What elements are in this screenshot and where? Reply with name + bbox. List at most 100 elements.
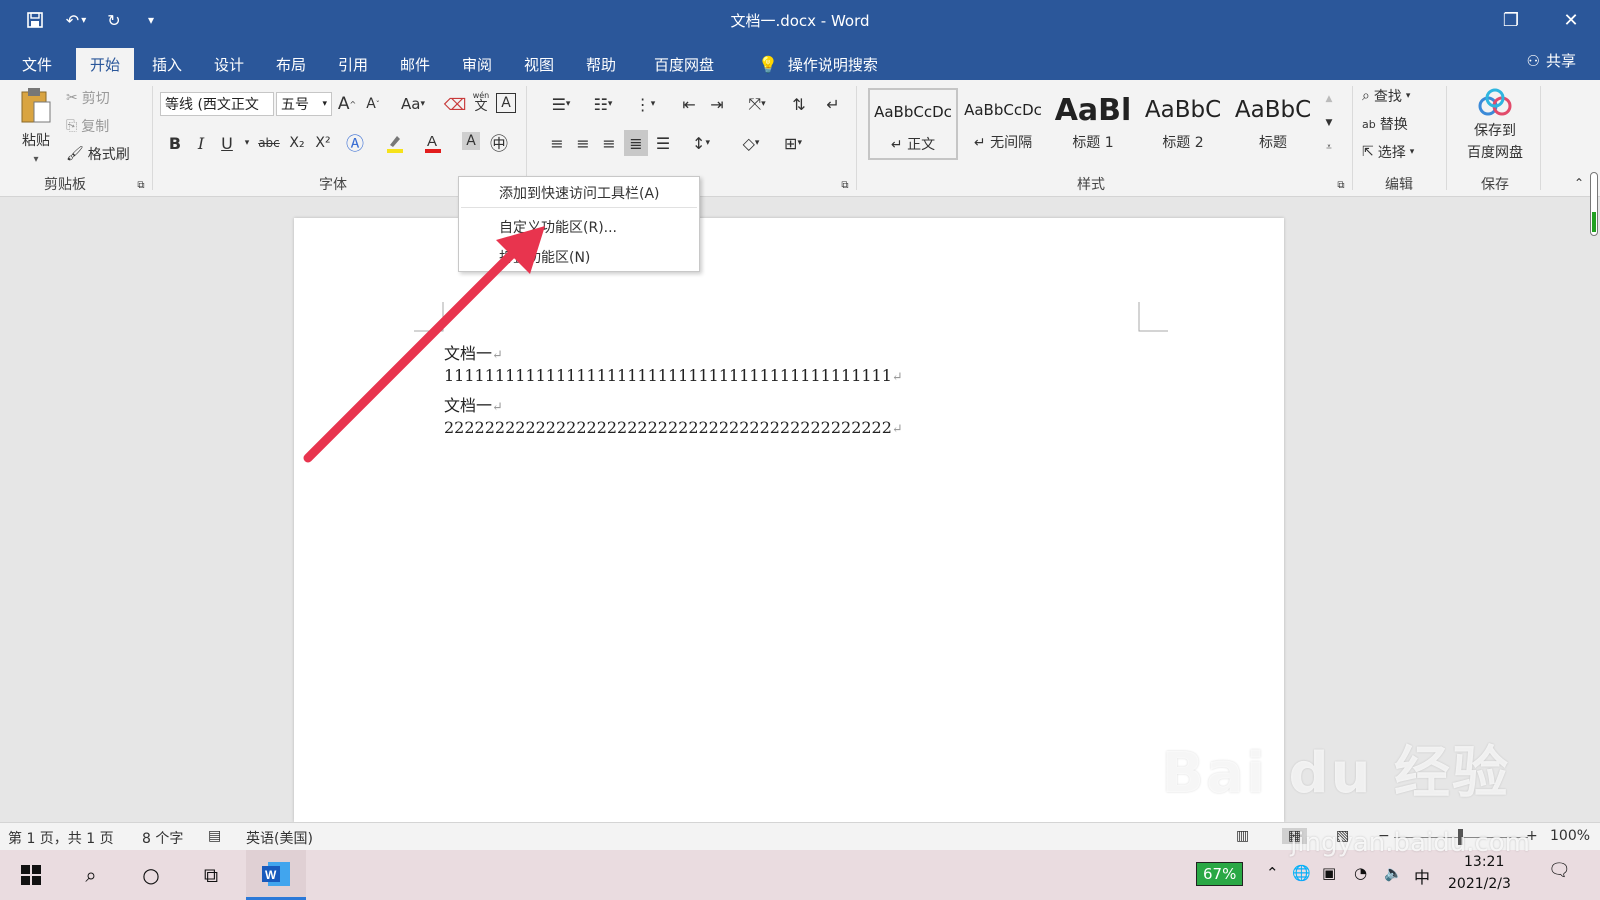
format-painter-button[interactable]: 🖌 格式刷 bbox=[66, 144, 130, 164]
character-shading-icon[interactable]: A bbox=[462, 132, 480, 150]
paste-button[interactable]: 粘贴 ▾ bbox=[14, 86, 58, 165]
style-no-spacing[interactable]: AaBbCcDc ↵ 无间隔 bbox=[958, 88, 1048, 160]
tab-mailings[interactable]: 邮件 bbox=[386, 48, 444, 80]
bullets-icon[interactable]: ☰ ▾ bbox=[544, 93, 578, 115]
notification-icon[interactable]: 🗨 bbox=[1548, 860, 1571, 881]
font-name-combo[interactable]: 等线 (西文正文 bbox=[160, 92, 274, 116]
doc-paragraph[interactable]: 2222222222222222222222222222222222222222… bbox=[444, 418, 903, 437]
find-button[interactable]: ⌕ 查找 ▾ bbox=[1362, 86, 1410, 106]
word-count[interactable]: 8 个字 bbox=[142, 828, 183, 848]
proofing-icon[interactable]: ▤ bbox=[208, 828, 221, 844]
style-heading-1[interactable]: AaBl 标题 1 bbox=[1048, 88, 1138, 160]
doc-paragraph[interactable]: 文档一↵ bbox=[444, 340, 503, 364]
chevron-down-icon[interactable]: ▾ bbox=[236, 132, 258, 154]
zoom-level[interactable]: 100% bbox=[1550, 828, 1590, 844]
font-color-icon[interactable]: A bbox=[422, 132, 444, 154]
align-center-icon[interactable]: ≡ bbox=[572, 132, 594, 154]
wifi-icon[interactable]: ◔ bbox=[1354, 864, 1367, 882]
enclose-characters-icon[interactable]: ㊥ bbox=[488, 132, 510, 155]
highlight-icon[interactable] bbox=[384, 132, 406, 154]
battery-indicator[interactable]: 67% bbox=[1196, 862, 1244, 886]
multilevel-list-icon[interactable]: ⋮ ▾ bbox=[628, 93, 662, 115]
scroll-down-icon[interactable]: ▼ bbox=[1318, 112, 1340, 134]
clear-formatting-icon[interactable]: ⌫ bbox=[444, 93, 467, 115]
style-title[interactable]: AaBbC 标题 bbox=[1228, 88, 1318, 160]
dialog-launcher-icon[interactable]: ⧉ bbox=[1330, 174, 1352, 196]
task-view-icon[interactable]: ⧉ bbox=[196, 860, 226, 890]
volume-icon[interactable]: 🔈 bbox=[1384, 864, 1403, 882]
font-size-combo[interactable]: 五号 ▾ bbox=[276, 92, 332, 116]
cortana-icon[interactable]: ○ bbox=[136, 860, 166, 890]
network-tray-icon[interactable]: ▣ bbox=[1322, 864, 1336, 882]
font-group-label: 字体 bbox=[319, 177, 347, 193]
borders-icon[interactable]: ⊞ ▾ bbox=[776, 132, 810, 154]
dialog-launcher-icon[interactable]: ⧉ bbox=[834, 174, 856, 196]
collapse-ribbon-icon[interactable]: ⌃ bbox=[1568, 172, 1590, 194]
word-taskbar-button[interactable]: W bbox=[246, 850, 306, 900]
strikethrough-icon[interactable]: abc bbox=[256, 132, 282, 154]
tab-references[interactable]: 引用 bbox=[324, 48, 382, 80]
chevron-up-icon[interactable]: ⌃ bbox=[1266, 864, 1279, 882]
ime-indicator[interactable]: 中 bbox=[1414, 864, 1430, 888]
change-case-icon[interactable]: Aa ▾ bbox=[396, 93, 430, 115]
share-button[interactable]: ⚇ 共享 bbox=[1527, 50, 1576, 71]
grow-font-icon[interactable]: A ^ bbox=[336, 93, 358, 115]
style-normal[interactable]: AaBbCcDc ↵ 正文 bbox=[868, 88, 958, 160]
chinese-layout-icon[interactable]: ⤧ ▾ bbox=[740, 93, 774, 115]
language-indicator[interactable]: 英语(美国) bbox=[246, 828, 313, 848]
tab-view[interactable]: 视图 bbox=[510, 48, 568, 80]
tell-me-search[interactable]: 💡 操作说明搜索 bbox=[744, 48, 892, 80]
tab-baidu-netdisk[interactable]: 百度网盘 bbox=[640, 48, 728, 80]
clock-date[interactable]: 2021/2/3 bbox=[1448, 876, 1511, 892]
dialog-launcher-icon[interactable]: ⧉ bbox=[130, 174, 152, 196]
cut-button[interactable]: ✂ 剪切 bbox=[66, 88, 110, 108]
style-heading-2[interactable]: AaBbC 标题 2 bbox=[1138, 88, 1228, 160]
copy-button[interactable]: ⎘ 复制 bbox=[66, 116, 109, 136]
phonetic-guide-icon[interactable]: wén 文 bbox=[470, 90, 492, 113]
underline-icon[interactable]: U bbox=[216, 132, 238, 154]
sort-icon[interactable]: ⇅ bbox=[788, 93, 810, 115]
page-count[interactable]: 第 1 页，共 1 页 bbox=[8, 828, 114, 848]
tab-help[interactable]: 帮助 bbox=[572, 48, 630, 80]
menu-item-customize-ribbon[interactable]: 自定义功能区(R)... bbox=[499, 217, 617, 237]
bold-icon[interactable]: B bbox=[164, 132, 186, 154]
shrink-font-icon[interactable]: Aˇ bbox=[362, 93, 384, 115]
align-right-icon[interactable]: ≡ bbox=[598, 132, 620, 154]
subscript-icon[interactable]: X₂ bbox=[286, 132, 308, 154]
align-left-icon[interactable]: ≡ bbox=[546, 132, 568, 154]
text-effects-icon[interactable]: Ⓐ bbox=[344, 132, 366, 155]
distributed-icon[interactable]: ☰ bbox=[652, 132, 674, 154]
windows-start-icon[interactable] bbox=[16, 860, 46, 890]
doc-paragraph[interactable]: 1111111111111111111111111111111111111111… bbox=[444, 366, 903, 385]
globe-icon[interactable]: 🌐 bbox=[1292, 864, 1311, 882]
show-marks-icon[interactable]: ↵ bbox=[822, 93, 844, 115]
italic-icon[interactable]: I bbox=[190, 132, 212, 154]
tab-design[interactable]: 设计 bbox=[200, 48, 258, 80]
scroll-up-icon[interactable]: ▲ bbox=[1318, 88, 1340, 110]
tab-file[interactable]: 文件 bbox=[8, 48, 66, 80]
character-border-icon[interactable]: A bbox=[496, 93, 516, 113]
tab-review[interactable]: 审阅 bbox=[448, 48, 506, 80]
search-icon[interactable]: ⌕ bbox=[76, 860, 106, 890]
select-button[interactable]: ⇱ 选择 ▾ bbox=[1362, 142, 1414, 162]
tab-insert[interactable]: 插入 bbox=[138, 48, 196, 80]
justify-icon[interactable]: ≣ bbox=[624, 130, 648, 156]
increase-indent-icon[interactable]: ⇥ bbox=[706, 93, 728, 115]
tab-layout[interactable]: 布局 bbox=[262, 48, 320, 80]
replace-button[interactable]: ab 替换 bbox=[1362, 114, 1408, 134]
read-mode-icon[interactable]: ▥ bbox=[1236, 828, 1249, 844]
close-icon[interactable]: ✕ bbox=[1556, 6, 1586, 34]
document-page[interactable]: 文档一↵ 11111111111111111111111111111111111… bbox=[294, 218, 1284, 822]
menu-item-add-to-qat[interactable]: 添加到快速访问工具栏(A) bbox=[499, 183, 660, 203]
shading-icon[interactable]: ◇ ▾ bbox=[734, 132, 768, 154]
save-to-baidu-button[interactable]: 保存到 百度网盘 bbox=[1456, 88, 1534, 162]
decrease-indent-icon[interactable]: ⇤ bbox=[678, 93, 700, 115]
line-spacing-icon[interactable]: ↕ ▾ bbox=[684, 132, 718, 154]
restore-icon[interactable]: ❐ bbox=[1496, 6, 1526, 34]
more-styles-icon[interactable]: ⩡ bbox=[1318, 136, 1340, 158]
doc-paragraph[interactable]: 文档一↵ bbox=[444, 392, 503, 416]
tab-home[interactable]: 开始 bbox=[76, 48, 135, 80]
menu-item-collapse-ribbon[interactable]: 折叠功能区(N) bbox=[499, 247, 590, 267]
superscript-icon[interactable]: X² bbox=[312, 132, 334, 154]
numbering-icon[interactable]: ☷ ▾ bbox=[586, 93, 620, 115]
